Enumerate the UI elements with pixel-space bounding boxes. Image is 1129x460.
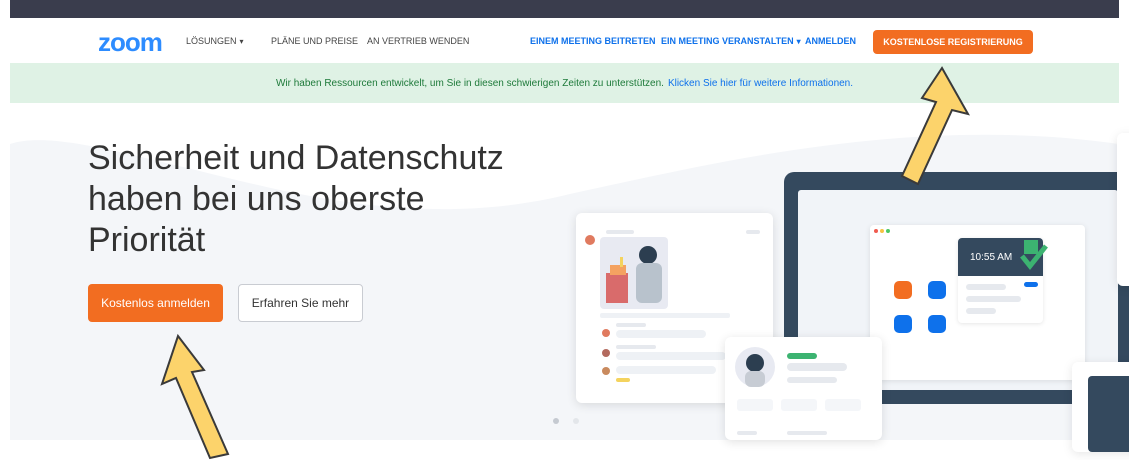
hero-title: Sicherheit und Datenschutz haben bei uns… (88, 138, 528, 261)
calendar-icon (894, 315, 912, 333)
side-card-dark (1072, 362, 1129, 452)
sign-up-free-button[interactable]: Kostenlos anmelden (88, 284, 223, 322)
hero-title-line: Sicherheit und Datenschutz (88, 139, 504, 177)
browser-top-bar (10, 0, 1119, 18)
placeholder-bar (966, 308, 996, 314)
window-dot (880, 229, 884, 233)
nav-item-plaene[interactable]: PLÄNE UND PREISE (271, 36, 358, 46)
carousel-dot[interactable] (553, 418, 559, 424)
placeholder-bar (1024, 282, 1038, 287)
nav-item-vertrieb[interactable]: AN VERTRIEB WENDEN (367, 36, 469, 46)
banner-text: Wir haben Ressourcen entwickelt, um Sie … (275, 77, 664, 89)
profile-card (725, 337, 882, 440)
annotation-arrow-icon (160, 333, 230, 460)
signup-button[interactable]: KOSTENLOSE REGISTRIERUNG (873, 30, 1033, 54)
check-icon (1020, 240, 1048, 271)
annotation-arrow-icon (900, 66, 970, 186)
zoom-logo[interactable]: zoom (98, 27, 163, 58)
nav-item-label: PLÄNE UND PREISE (271, 36, 359, 46)
chevron-down-icon: ▾ (239, 37, 244, 46)
plus-icon (928, 281, 946, 299)
chevron-down-icon: ▾ (796, 37, 801, 46)
nav-item-label: ANMELDEN (805, 36, 856, 46)
video-icon (894, 281, 912, 299)
nav-item-loesungen[interactable]: LÖSUNGEN ▾ (186, 36, 244, 46)
share-screen-icon (928, 315, 946, 333)
main-nav: zoom LÖSUNGEN ▾ PLÄNE UND PREISE AN VERTR… (0, 22, 1129, 62)
join-meeting-link[interactable]: EINEM MEETING BEITRETEN (530, 36, 656, 46)
window-dot (874, 229, 878, 233)
carousel-dot[interactable] (573, 418, 579, 424)
nav-item-label: EIN MEETING VERANSTALTEN (661, 36, 794, 46)
dark-panel (1088, 376, 1129, 452)
banner-link[interactable]: Klicken Sie hier für weitere Information… (668, 78, 853, 89)
sign-in-link[interactable]: ANMELDEN (805, 36, 856, 46)
side-card (1117, 133, 1129, 286)
placeholder-bar (966, 284, 1006, 290)
hero-title-line: haben bei uns oberste (88, 180, 425, 218)
profile-illustration (735, 347, 861, 435)
hero-title-line: Priorität (88, 221, 206, 259)
placeholder-bar (966, 296, 1021, 302)
nav-item-label: LÖSUNGEN (186, 36, 237, 46)
host-meeting-link[interactable]: EIN MEETING VERANSTALTEN ▾ (661, 36, 801, 46)
nav-item-label: EINEM MEETING BEITRETEN (530, 36, 656, 46)
window-dot (886, 229, 890, 233)
nav-item-label: AN VERTRIEB WENDEN (367, 36, 470, 46)
learn-more-button[interactable]: Erfahren Sie mehr (238, 284, 363, 322)
